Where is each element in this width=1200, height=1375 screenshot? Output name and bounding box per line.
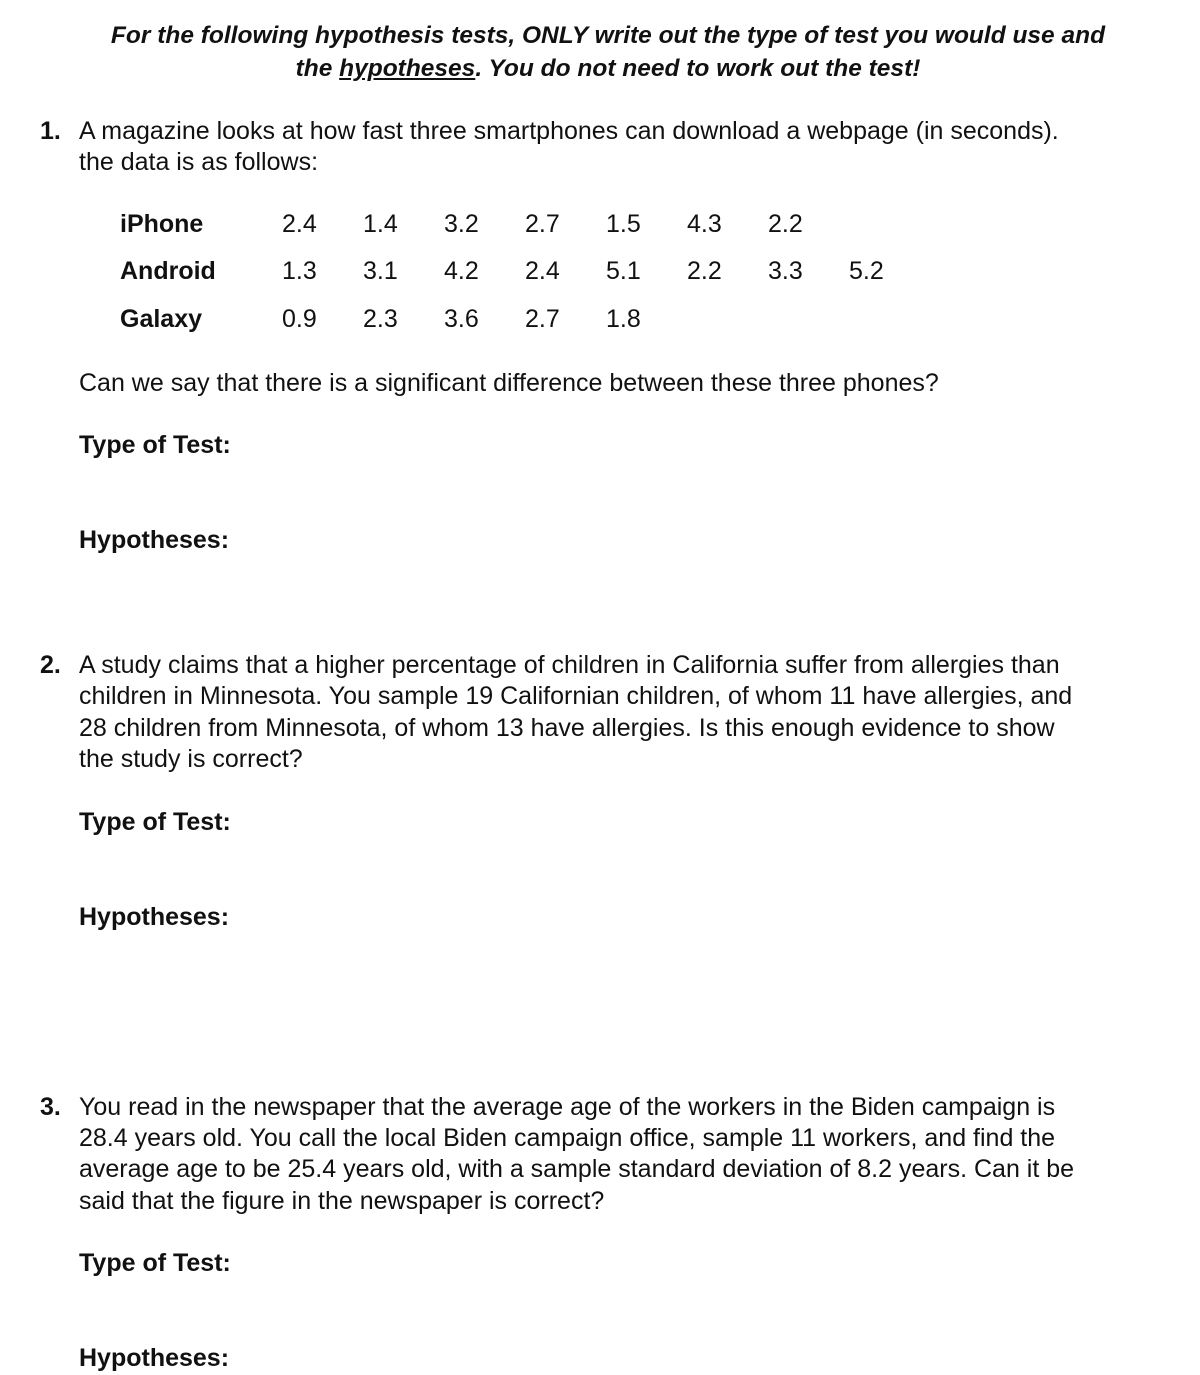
table-cell: 2.2 <box>768 210 803 238</box>
question-number: 1. <box>40 117 61 145</box>
table-cell: 3.2 <box>444 210 479 238</box>
table-cell: 2.4 <box>525 257 560 285</box>
hypotheses-label: Hypotheses: <box>79 526 230 554</box>
instructions-underlined: hypotheses <box>339 55 476 82</box>
question-text: the study is correct? <box>79 745 303 773</box>
row-label: iPhone <box>120 210 204 238</box>
table-cell: 2.7 <box>525 305 560 333</box>
row-label: Android <box>120 257 216 285</box>
question-text: A study claims that a higher percentage … <box>79 651 1060 679</box>
table-cell: 1.4 <box>363 210 398 238</box>
question-number: 2. <box>40 651 61 679</box>
table-cell: 3.6 <box>444 305 479 333</box>
table-cell: 3.1 <box>363 257 398 285</box>
table-cell: 2.7 <box>525 210 560 238</box>
row-label: Galaxy <box>120 305 203 333</box>
question-text: children in Minnesota. You sample 19 Cal… <box>79 682 1073 710</box>
table-cell: 1.3 <box>282 257 317 285</box>
table-cell: 4.3 <box>687 210 722 238</box>
table-cell: 2.2 <box>687 257 722 285</box>
table-cell: 5.1 <box>606 257 641 285</box>
instructions-text: . You do not need to work out the test! <box>475 55 921 82</box>
table-cell: 2.4 <box>282 210 317 238</box>
hypotheses-label: Hypotheses: <box>79 903 230 931</box>
table-cell: 4.2 <box>444 257 479 285</box>
hypotheses-label: Hypotheses: <box>79 1344 230 1372</box>
type-of-test-label: Type of Test: <box>79 1249 231 1277</box>
question-text: A magazine looks at how fast three smart… <box>79 117 1059 145</box>
question-text: You read in the newspaper that the avera… <box>79 1093 1056 1121</box>
instructions-text: the <box>295 55 340 82</box>
table-cell: 0.9 <box>282 305 317 333</box>
type-of-test-label: Type of Test: <box>79 431 231 459</box>
instructions-line-1: For the following hypothesis tests, ONLY… <box>110 22 1106 49</box>
question-text: 28.4 years old. You call the local Biden… <box>79 1124 1056 1152</box>
table-cell: 3.3 <box>768 257 803 285</box>
question-text: average age to be 25.4 years old, with a… <box>79 1155 1075 1183</box>
table-cell: 1.5 <box>606 210 641 238</box>
question-prompt: Can we say that there is a significant d… <box>79 369 939 397</box>
question-text: said that the figure in the newspaper is… <box>79 1187 605 1215</box>
table-cell: 1.8 <box>606 305 641 333</box>
question-text: the data is as follows: <box>79 148 319 176</box>
question-number: 3. <box>40 1093 61 1121</box>
table-cell: 2.3 <box>363 305 398 333</box>
type-of-test-label: Type of Test: <box>79 808 231 836</box>
table-cell: 5.2 <box>849 257 884 285</box>
instructions-line-2: the hypotheses. You do not need to work … <box>0 53 1200 84</box>
question-text: 28 children from Minnesota, of whom 13 h… <box>79 714 1055 742</box>
